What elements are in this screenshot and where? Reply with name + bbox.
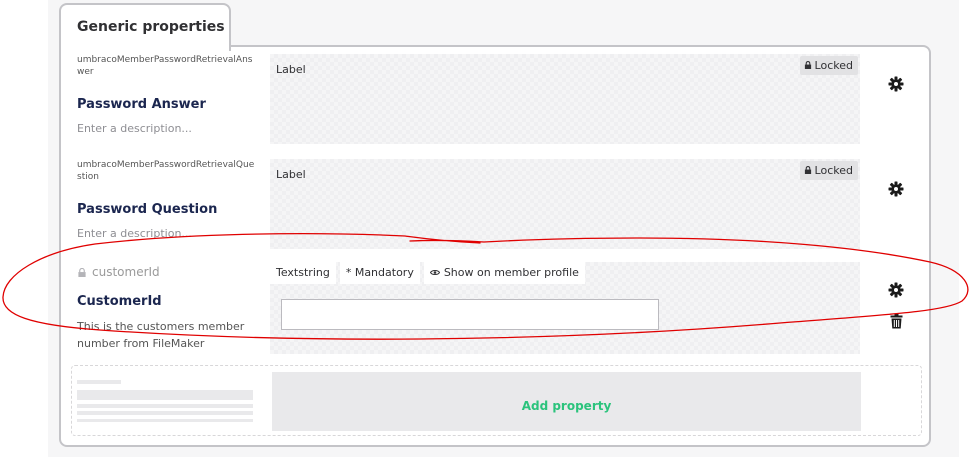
skeleton-bar [77, 411, 253, 415]
member-profile-label: Show on member profile [443, 266, 579, 279]
property-customer-id: customerId CustomerId This is the custom… [77, 262, 917, 354]
property-description[interactable]: Enter a description... [77, 120, 255, 137]
customer-id-input-preview[interactable] [281, 299, 659, 330]
eye-icon [429, 269, 440, 276]
property-alias-text: customerId [92, 265, 160, 279]
member-profile-tag: Show on member profile [423, 262, 585, 284]
locked-label: Locked [814, 59, 853, 72]
locked-badge: Locked [799, 56, 858, 75]
locked-label: Locked [814, 164, 853, 177]
property-name[interactable]: Password Answer [77, 97, 206, 112]
property-description[interactable]: Enter a description... [77, 225, 255, 242]
mandatory-tag: * Mandatory [339, 262, 420, 284]
group-tab[interactable]: Generic properties [59, 3, 231, 51]
add-property-label: Add property [521, 398, 612, 413]
skeleton-bar [77, 419, 253, 422]
property-description[interactable]: This is the customers member number from… [77, 318, 255, 352]
group-panel: umbracoMemberPasswordRetrievalAnswer Pas… [59, 45, 931, 447]
skeleton-bar [77, 404, 253, 408]
group-tab-label: Generic properties [77, 19, 225, 35]
property-alias: umbracoMemberPasswordRetrievalAnswer [77, 55, 253, 77]
property-name[interactable]: CustomerId [77, 294, 162, 309]
property-editor-preview[interactable]: Textstring * Mandatory Show on member pr… [270, 262, 860, 354]
gear-icon[interactable] [888, 282, 904, 298]
editor-type-label: Label [276, 168, 306, 181]
property-tags: Textstring * Mandatory Show on member pr… [270, 262, 589, 284]
property-editor-preview[interactable]: Label Locked [270, 159, 860, 249]
skeleton-bar [77, 380, 121, 384]
property-password-question: umbracoMemberPasswordRetrievalQuestion P… [77, 159, 917, 249]
lock-icon [804, 166, 811, 174]
property-editor-preview[interactable]: Label Locked [270, 54, 860, 144]
property-alias: customerId [77, 266, 255, 278]
gear-icon[interactable] [888, 181, 904, 197]
add-property-row: Add property [71, 365, 922, 436]
editor-type-tag: Textstring [270, 262, 336, 284]
property-password-answer: umbracoMemberPasswordRetrievalAnswer Pas… [77, 54, 917, 144]
lock-icon [78, 268, 86, 277]
locked-badge: Locked [799, 161, 858, 180]
add-property-button[interactable]: Add property [272, 372, 861, 431]
trash-icon[interactable] [889, 314, 903, 330]
skeleton-bar [77, 390, 253, 400]
property-alias: umbracoMemberPasswordRetrievalQuestion [77, 160, 255, 182]
lock-icon [804, 61, 811, 69]
gear-icon[interactable] [888, 76, 904, 92]
editor-type-label: Label [276, 63, 306, 76]
property-name[interactable]: Password Question [77, 202, 217, 217]
